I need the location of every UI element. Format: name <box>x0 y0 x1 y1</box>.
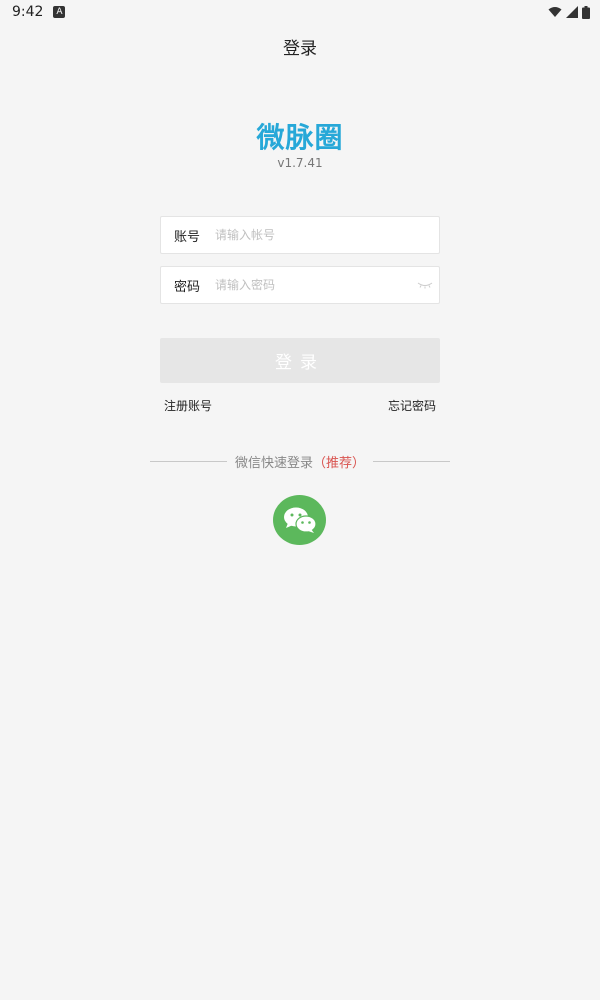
password-input[interactable] <box>213 266 411 304</box>
wechat-login-button[interactable] <box>273 495 326 545</box>
page-title: 登录 <box>283 39 317 59</box>
quick-login-text: 微信快速登录 <box>234 456 313 471</box>
account-label: 账号 <box>173 229 200 245</box>
password-field: 密码 <box>160 266 440 304</box>
divider-line-right <box>373 461 450 462</box>
divider-line-left <box>150 461 227 462</box>
status-time: 9:42 <box>12 4 44 20</box>
status-bar: 9:42 A <box>0 0 600 24</box>
wifi-icon <box>548 7 562 17</box>
password-label: 密码 <box>173 279 200 295</box>
quick-login-divider: 微信快速登录（推荐） <box>150 452 450 471</box>
status-left: 9:42 A <box>0 4 66 20</box>
register-link[interactable]: 注册账号 <box>164 397 212 414</box>
status-right <box>548 5 600 19</box>
login-button[interactable]: 登录 <box>160 338 440 383</box>
wechat-icon <box>283 507 317 533</box>
app-version: v1.7.41 <box>277 156 323 170</box>
eye-closed-icon[interactable] <box>411 267 439 303</box>
account-input[interactable] <box>213 216 439 254</box>
quick-login-text-wrap: 微信快速登录（推荐） <box>227 452 373 471</box>
forgot-password-link[interactable]: 忘记密码 <box>388 397 436 414</box>
notification-badge-icon: A <box>53 6 66 18</box>
account-field: 账号 <box>160 216 440 254</box>
battery-icon <box>582 5 590 19</box>
app-logo-text: 微脉圈 <box>256 121 344 154</box>
recommend-text: （推荐） <box>313 456 366 471</box>
signal-icon <box>566 6 578 18</box>
